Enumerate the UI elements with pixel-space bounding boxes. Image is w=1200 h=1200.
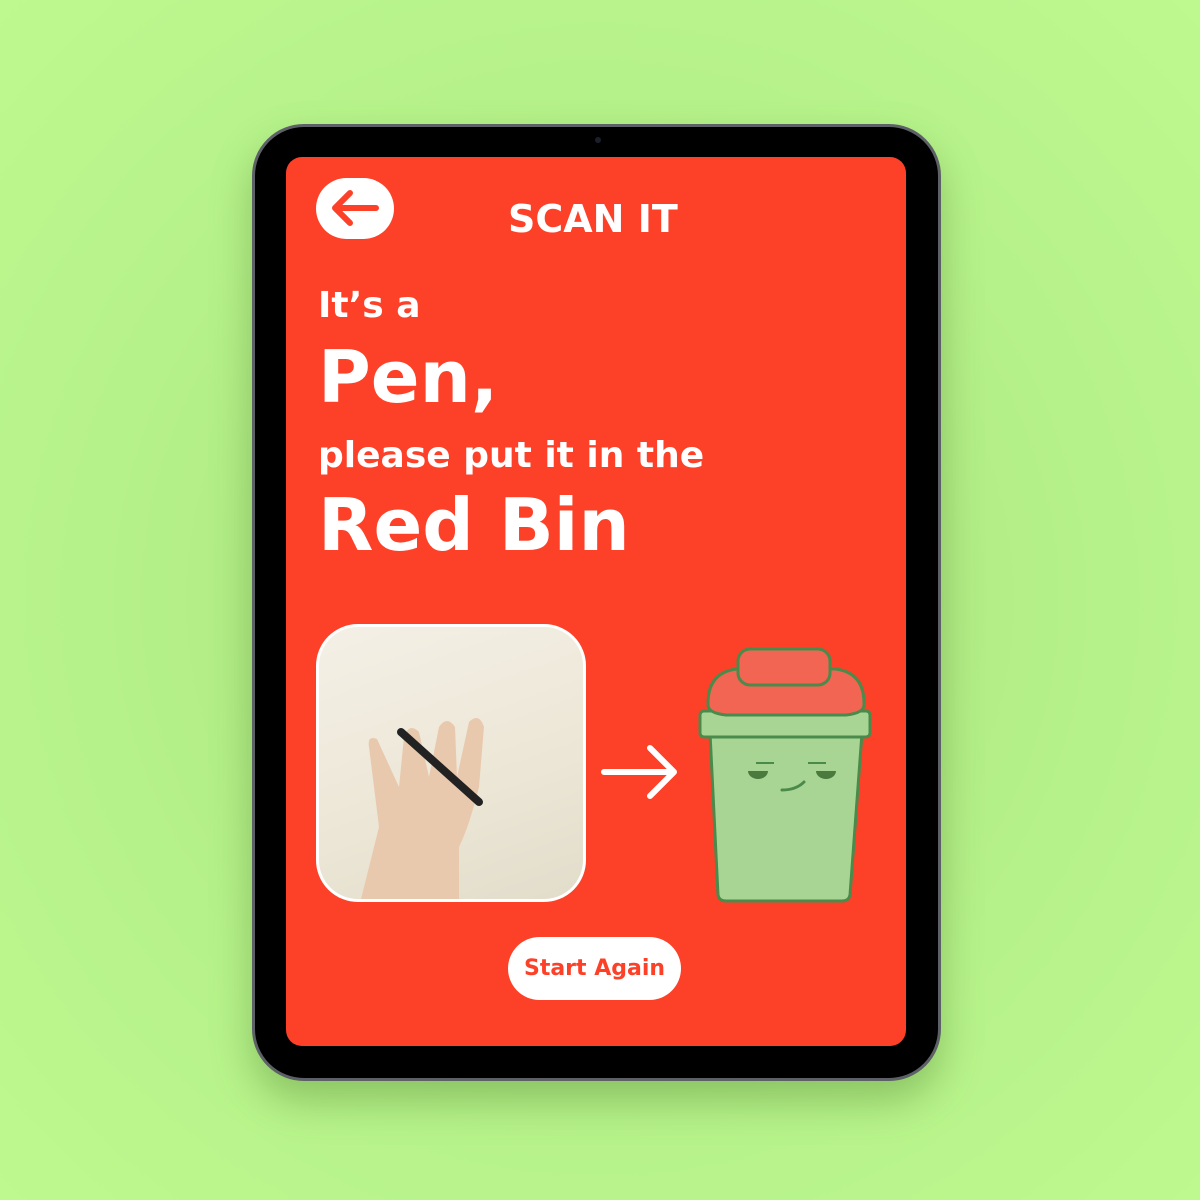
start-again-button[interactable]: Start Again <box>508 937 681 1000</box>
back-button[interactable] <box>316 178 394 239</box>
page-title: SCAN IT <box>508 197 678 241</box>
smiling-green-bin-with-red-lid-icon <box>698 647 872 903</box>
arrow-right-icon <box>601 745 677 799</box>
camera <box>595 137 601 143</box>
bin-name: Red Bin <box>318 483 630 567</box>
app-screen: SCAN IT It’s a Pen, please put it in the… <box>286 157 906 1046</box>
item-name: Pen, <box>318 335 499 419</box>
hand-with-pen-image <box>361 718 484 899</box>
intro-text: It’s a <box>318 285 421 326</box>
tablet-frame: SCAN IT It’s a Pen, please put it in the… <box>252 124 941 1081</box>
arrow-left-icon <box>332 190 379 226</box>
instruction-text: please put it in the <box>318 435 705 476</box>
scanned-photo <box>316 624 586 902</box>
